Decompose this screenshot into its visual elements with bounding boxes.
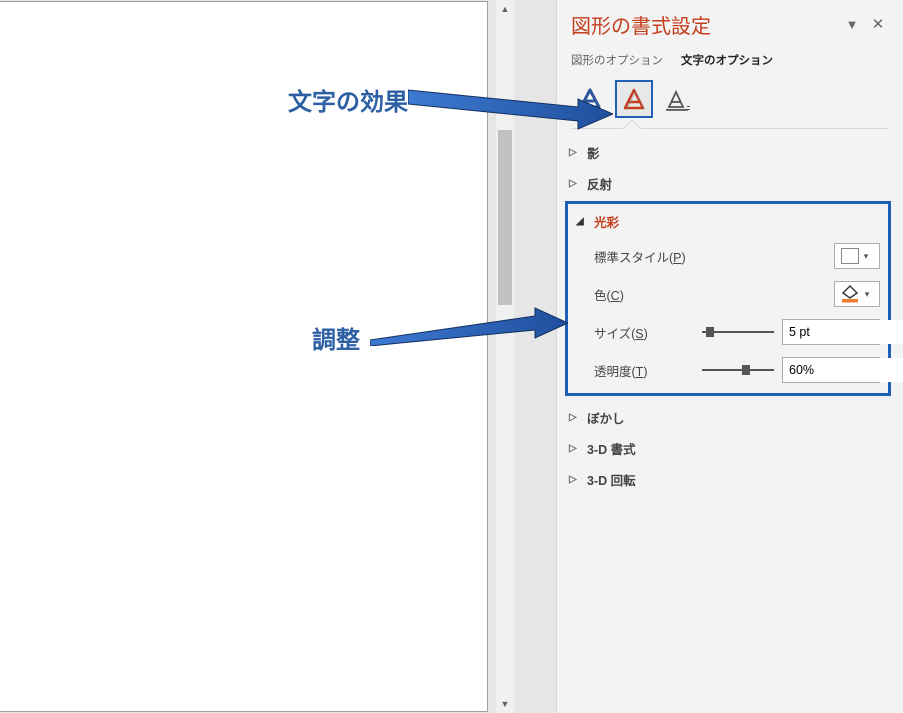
section-3dformat[interactable]: ▷ 3-D 書式: [567, 433, 889, 464]
glow-transparency-spinbox[interactable]: ▲ ▼: [782, 357, 880, 383]
glow-transparency-label: 透明度(T): [576, 361, 647, 380]
section-softedges[interactable]: ▷ ぼかし: [567, 402, 889, 433]
tab-text-options[interactable]: 文字のオプション: [681, 52, 773, 68]
section-reflection-label: 反射: [587, 174, 612, 193]
scroll-down-arrow[interactable]: ▼: [496, 695, 514, 713]
sections-list: ▷ 影 ▷ 反射 ◢ 光彩 標準スタイル(P) ▾ 色(C): [557, 129, 903, 495]
pane-title: 図形の書式設定: [571, 10, 839, 39]
glow-preset-dropdown[interactable]: ▾: [834, 243, 880, 269]
pane-divider: [571, 128, 889, 129]
section-3drotation[interactable]: ▷ 3-D 回転: [567, 464, 889, 495]
glow-color-dropdown[interactable]: ▾: [834, 281, 880, 307]
expand-triangle-icon: ◢: [576, 216, 586, 227]
tab-shape-options[interactable]: 図形のオプション: [571, 52, 663, 68]
dropdown-caret-icon: ▾: [859, 251, 873, 262]
text-fill-outline-icon[interactable]: [571, 80, 609, 118]
dropdown-caret-icon: ▾: [860, 289, 874, 300]
glow-preset-row: 標準スタイル(P) ▾: [574, 237, 882, 275]
pane-tabs: 図形のオプション 文字のオプション: [557, 46, 903, 76]
collapse-triangle-icon: ▷: [569, 412, 579, 423]
section-softedges-label: ぼかし: [587, 408, 625, 427]
vertical-scrollbar[interactable]: ▲ ▼: [496, 0, 514, 713]
section-3drotation-label: 3-D 回転: [587, 470, 636, 489]
format-shape-pane: 図形の書式設定 ▼ ✕ 図形のオプション 文字のオプション: [556, 0, 903, 713]
section-glow-label: 光彩: [594, 212, 619, 231]
section-shadow[interactable]: ▷ 影: [567, 137, 889, 168]
scroll-up-arrow[interactable]: ▲: [496, 0, 514, 18]
slide-area: [0, 0, 495, 713]
glow-transparency-input[interactable]: [783, 358, 903, 382]
glow-size-slider[interactable]: [702, 326, 774, 338]
glow-size-row: サイズ(S) ▲ ▼: [574, 313, 882, 351]
collapse-triangle-icon: ▷: [569, 147, 579, 158]
preset-swatch-icon: [841, 248, 859, 264]
highlight-box-glow: ◢ 光彩 標準スタイル(P) ▾ 色(C): [565, 201, 891, 396]
slide-canvas[interactable]: [0, 1, 488, 712]
section-3dformat-label: 3-D 書式: [587, 439, 636, 458]
glow-size-label: サイズ(S): [576, 323, 648, 342]
section-shadow-label: 影: [587, 143, 600, 162]
text-effects-icon[interactable]: [615, 80, 653, 118]
glow-color-label: 色(C): [576, 285, 624, 304]
textbox-icon[interactable]: [659, 80, 697, 118]
pane-header: 図形の書式設定 ▼ ✕: [557, 0, 903, 46]
section-reflection[interactable]: ▷ 反射: [567, 168, 889, 199]
pane-splitter[interactable]: [514, 0, 556, 713]
pane-close-button[interactable]: ✕: [865, 11, 891, 37]
section-glow[interactable]: ◢ 光彩: [574, 206, 882, 237]
selected-caret-icon: [623, 120, 641, 129]
collapse-triangle-icon: ▷: [569, 178, 579, 189]
glow-preset-label: 標準スタイル(P): [576, 247, 686, 266]
collapse-triangle-icon: ▷: [569, 474, 579, 485]
pane-menu-button[interactable]: ▼: [839, 11, 865, 37]
glow-color-row: 色(C) ▾: [574, 275, 882, 313]
glow-transparency-slider[interactable]: [702, 364, 774, 376]
scroll-thumb[interactable]: [498, 130, 512, 305]
glow-size-spinbox[interactable]: ▲ ▼: [782, 319, 880, 345]
glow-size-input[interactable]: [783, 320, 903, 344]
paint-bucket-icon: [840, 285, 860, 303]
glow-transparency-row: 透明度(T) ▲ ▼: [574, 351, 882, 389]
category-icons: [557, 76, 903, 118]
collapse-triangle-icon: ▷: [569, 443, 579, 454]
